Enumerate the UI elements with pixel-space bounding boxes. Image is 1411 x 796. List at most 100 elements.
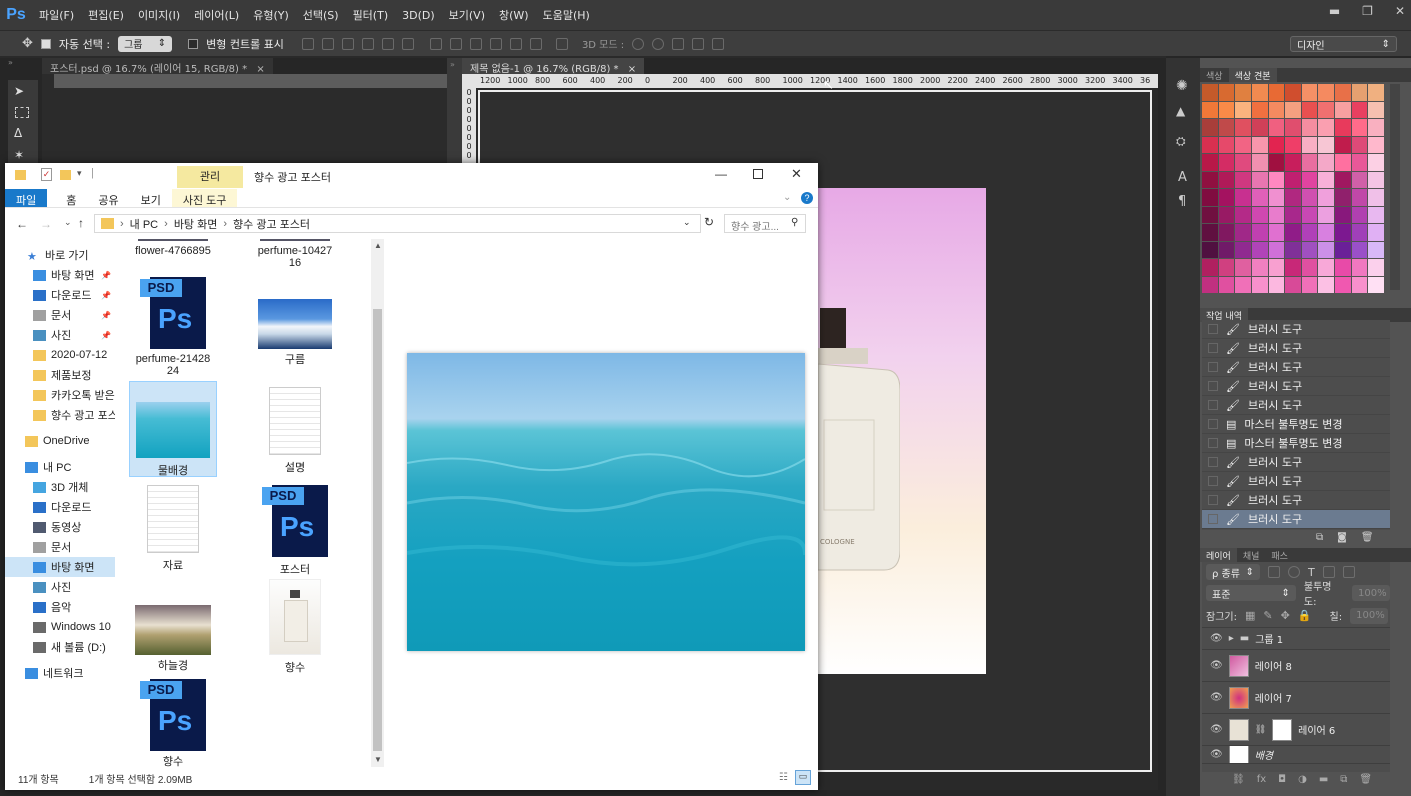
- swatch[interactable]: [1268, 276, 1285, 293]
- swatch[interactable]: [1218, 259, 1235, 276]
- menu-filter[interactable]: 필터(T): [346, 7, 396, 23]
- swatch[interactable]: [1251, 171, 1268, 188]
- swatch[interactable]: [1268, 206, 1285, 223]
- swatch[interactable]: [1351, 224, 1368, 241]
- fx-icon[interactable]: fx: [1257, 774, 1266, 785]
- history-item[interactable]: 🖌 브러시 도구: [1202, 320, 1390, 339]
- swatch[interactable]: [1202, 241, 1218, 258]
- adjustment-icon[interactable]: ◑: [1298, 774, 1307, 785]
- file-item-selected[interactable]: 물배경: [129, 381, 217, 477]
- collapse-icon[interactable]: »: [8, 58, 13, 67]
- file-item[interactable]: PSD Ps perfume-2142824: [129, 275, 217, 377]
- swatch[interactable]: [1235, 119, 1251, 136]
- swatch[interactable]: [1318, 154, 1335, 171]
- align-bottom-icon[interactable]: [341, 37, 354, 50]
- swatch[interactable]: [1351, 206, 1368, 223]
- opacity-input[interactable]: 100%: [1352, 585, 1390, 601]
- auto-align-icon[interactable]: [555, 37, 568, 50]
- scroll-down-icon[interactable]: ▼: [374, 755, 382, 764]
- swatch[interactable]: [1285, 241, 1301, 258]
- distribute-vcenter-icon[interactable]: [449, 37, 462, 50]
- nav-item[interactable]: 새 볼륨 (D:): [5, 637, 115, 657]
- align-hcenter-icon[interactable]: [381, 37, 394, 50]
- history-checkbox[interactable]: [1208, 343, 1218, 353]
- swatch[interactable]: [1285, 189, 1301, 206]
- 3d-roll-icon[interactable]: [652, 37, 665, 50]
- lock-brush-icon[interactable]: ✎: [1263, 609, 1272, 622]
- history-item[interactable]: ▤ 마스터 불투명도 변경: [1202, 434, 1390, 453]
- swatch[interactable]: [1268, 136, 1285, 153]
- swatch[interactable]: [1368, 189, 1384, 206]
- tab-manage[interactable]: 관리: [177, 166, 243, 188]
- nav-item[interactable]: 바탕 화면: [5, 557, 115, 577]
- history-item[interactable]: 🖌 브러시 도구: [1202, 491, 1390, 510]
- history-item[interactable]: 🖌 브러시 도구: [1202, 396, 1390, 415]
- history-checkbox[interactable]: [1208, 476, 1218, 486]
- swatch[interactable]: [1268, 171, 1285, 188]
- swatch[interactable]: [1218, 136, 1235, 153]
- menu-file[interactable]: 파일(F): [32, 7, 81, 23]
- lock-all-icon[interactable]: 🔒: [1298, 609, 1312, 622]
- swatch[interactable]: [1235, 189, 1251, 206]
- swatch[interactable]: [1235, 101, 1251, 118]
- eye-icon[interactable]: 👁: [1210, 749, 1223, 760]
- layer-row-background[interactable]: 👁 배경: [1202, 746, 1390, 764]
- new-folder-icon[interactable]: [60, 170, 71, 180]
- history-checkbox[interactable]: [1208, 495, 1218, 505]
- tab-layers[interactable]: 레이어: [1200, 548, 1237, 562]
- distribute-top-icon[interactable]: [429, 37, 442, 50]
- swatch[interactable]: [1251, 241, 1268, 258]
- recent-dropdown-icon[interactable]: ⌄: [64, 217, 72, 228]
- close-icon[interactable]: ✕: [791, 166, 802, 182]
- quick-access-dropdown-icon[interactable]: ▾: [77, 168, 82, 179]
- nav-item[interactable]: 다운로드 📌: [5, 285, 115, 305]
- new-document-icon[interactable]: ⧉: [1316, 532, 1323, 543]
- minimize-icon[interactable]: ▬: [1329, 4, 1340, 18]
- filter-pixel-icon[interactable]: [1268, 566, 1280, 578]
- swatch[interactable]: [1235, 224, 1251, 241]
- history-checkbox[interactable]: [1208, 438, 1218, 448]
- history-item[interactable]: 🖌 브러시 도구: [1202, 453, 1390, 472]
- swatch[interactable]: [1335, 171, 1351, 188]
- swatch[interactable]: [1335, 136, 1351, 153]
- swatch[interactable]: [1318, 189, 1335, 206]
- swatch[interactable]: [1351, 136, 1368, 153]
- file-item[interactable]: 설명: [251, 387, 339, 475]
- nav-item[interactable]: 네트워크: [5, 663, 115, 683]
- close-icon[interactable]: ✕: [1395, 4, 1405, 18]
- swatch[interactable]: [1218, 171, 1235, 188]
- swatch[interactable]: [1285, 119, 1301, 136]
- nav-item[interactable]: 음악: [5, 597, 115, 617]
- swatch[interactable]: [1318, 276, 1335, 293]
- workspace-select[interactable]: 디자인 ⇕: [1290, 36, 1397, 52]
- swatch[interactable]: [1301, 259, 1318, 276]
- swatch[interactable]: [1235, 84, 1251, 101]
- history-item[interactable]: 🖌 브러시 도구: [1202, 358, 1390, 377]
- swatch[interactable]: [1301, 171, 1318, 188]
- swatch[interactable]: [1285, 259, 1301, 276]
- history-item[interactable]: 🖌 브러시 도구: [1202, 377, 1390, 396]
- adjustments-icon[interactable]: ▲: [1176, 104, 1185, 118]
- swatch[interactable]: [1301, 154, 1318, 171]
- filter-adjust-icon[interactable]: [1288, 566, 1300, 578]
- history-checkbox[interactable]: [1208, 324, 1218, 334]
- swatch[interactable]: [1218, 189, 1235, 206]
- swatch[interactable]: [1351, 101, 1368, 118]
- distribute-hcenter-icon[interactable]: [509, 37, 522, 50]
- nav-item[interactable]: 문서 📌: [5, 305, 115, 325]
- file-list-scrollbar[interactable]: ▲ ▼: [371, 239, 384, 767]
- swatch[interactable]: [1318, 101, 1335, 118]
- swatch[interactable]: [1368, 84, 1384, 101]
- history-item[interactable]: 🖌 브러시 도구: [1202, 472, 1390, 491]
- swatch[interactable]: [1335, 101, 1351, 118]
- nav-item[interactable]: 동영상: [5, 517, 115, 537]
- swatch[interactable]: [1251, 119, 1268, 136]
- properties-icon[interactable]: ⛭: [1176, 134, 1186, 149]
- swatch[interactable]: [1335, 276, 1351, 293]
- swatch[interactable]: [1301, 241, 1318, 258]
- swatch[interactable]: [1218, 101, 1235, 118]
- file-item[interactable]: 향수: [251, 579, 339, 675]
- swatch[interactable]: [1335, 206, 1351, 223]
- eye-icon[interactable]: 👁: [1210, 660, 1223, 671]
- distribute-bottom-icon[interactable]: [469, 37, 482, 50]
